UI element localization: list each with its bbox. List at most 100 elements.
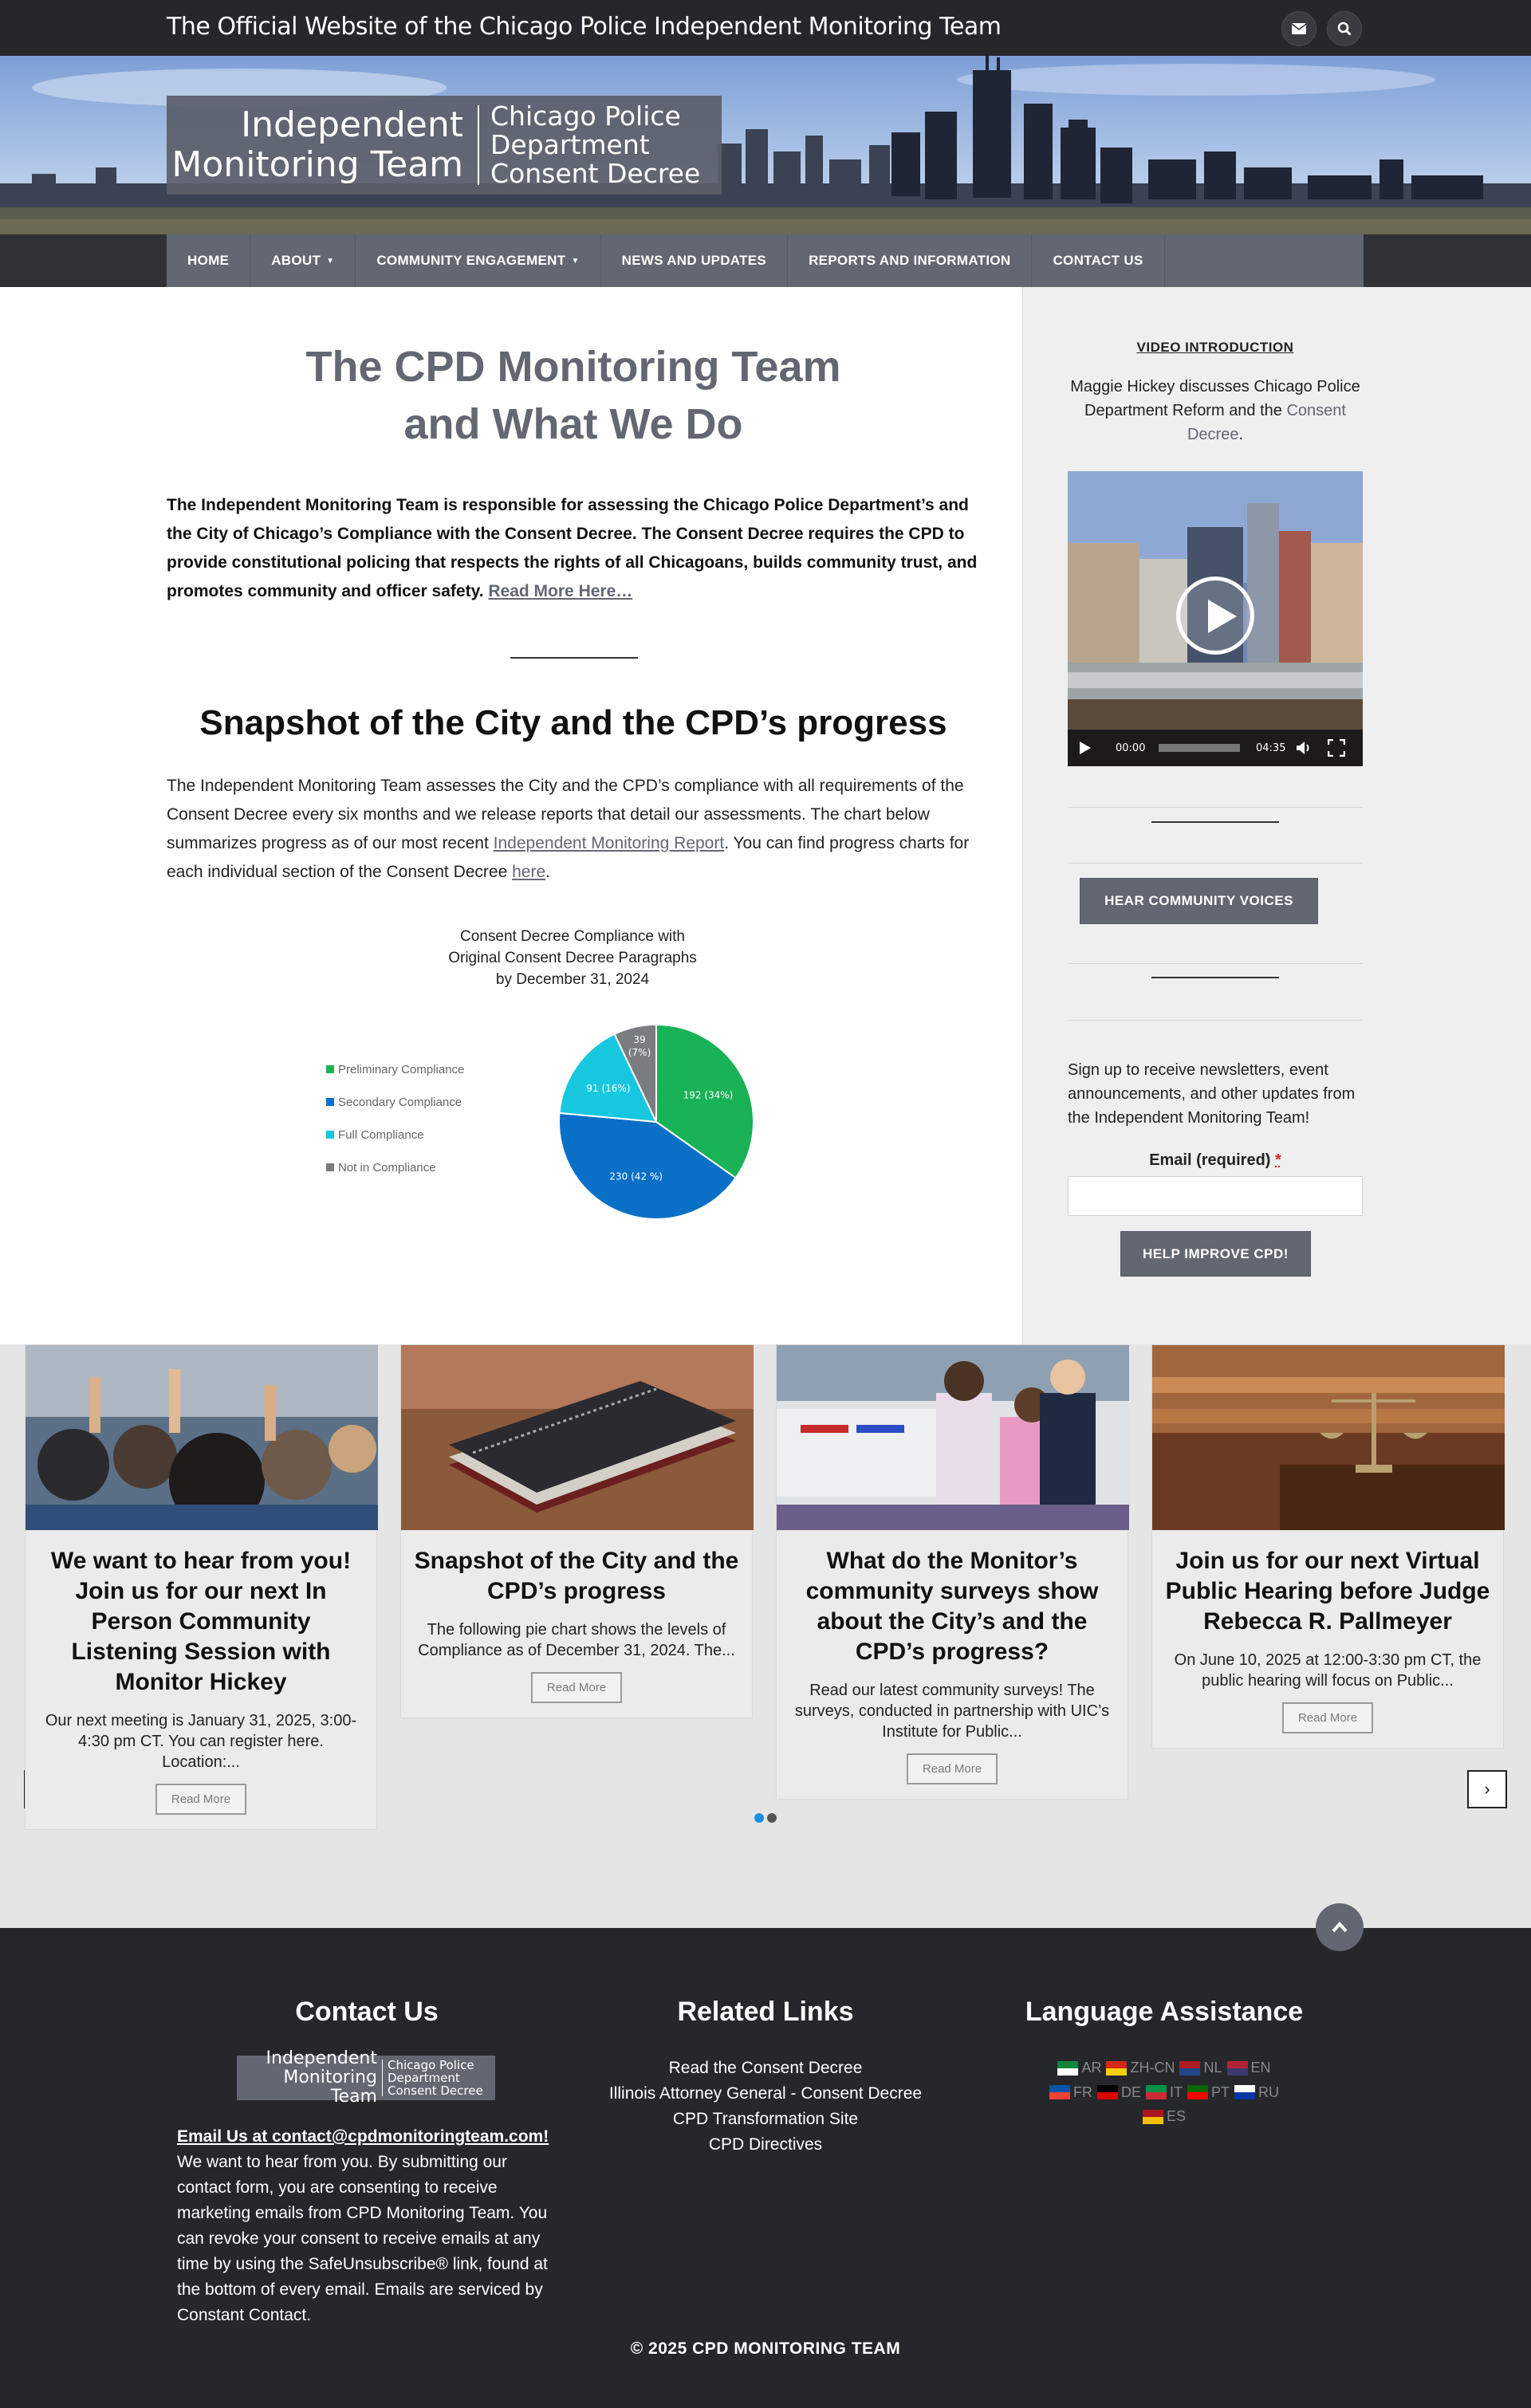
card-image-stack-of-notebooks[interactable]: [401, 1345, 754, 1530]
read-more-button[interactable]: Read More: [155, 1784, 247, 1815]
language-option-zh-cn[interactable]: ZH-CN: [1106, 2057, 1175, 2079]
card-excerpt: Read our latest community surveys! The s…: [794, 1682, 1110, 1741]
footer-link[interactable]: Illinois Attorney General - Consent Decr…: [590, 2081, 941, 2107]
logo-line: Monitoring Team: [171, 144, 463, 185]
legend-label[interactable]: Preliminary Compliance: [338, 1063, 464, 1076]
hear-community-voices-button[interactable]: HEAR COMMUNITY VOICES: [1080, 878, 1318, 924]
language-code: RU: [1258, 2083, 1280, 2100]
carousel-next-button[interactable]: ›: [1467, 1770, 1507, 1808]
nav-item-label: ABOUT: [271, 253, 321, 268]
logo-right-text: Chicago Police Department Consent Decree: [479, 102, 700, 188]
carousel-dot[interactable]: [767, 1813, 777, 1823]
legend-label[interactable]: Not in Compliance: [338, 1161, 436, 1174]
divider: [1151, 977, 1279, 978]
play-control[interactable]: [1079, 730, 1092, 766]
card-title[interactable]: We want to hear from you! Join us for ou…: [26, 1530, 376, 1698]
language-option-pt[interactable]: PT: [1187, 2082, 1230, 2103]
language-option-fr[interactable]: FR: [1049, 2082, 1092, 2103]
card-image-audience-raising-hands[interactable]: [26, 1345, 378, 1530]
card-excerpt: The following pie chart shows the levels…: [418, 1621, 735, 1659]
total-time: 04:35: [1256, 742, 1286, 754]
language-option-ar[interactable]: AR: [1057, 2057, 1101, 2079]
progress-charts-link[interactable]: here: [512, 863, 545, 881]
help-improve-cpd-button[interactable]: HELP IMPROVE CPD!: [1120, 1231, 1311, 1277]
contact-consent-text: We want to hear from you. By submitting …: [177, 2153, 548, 2324]
language-option-en[interactable]: EN: [1226, 2057, 1271, 2079]
card-title[interactable]: What do the Monitor’s community surveys …: [777, 1530, 1128, 1667]
divider: [1068, 963, 1363, 964]
footer-link[interactable]: Read the Consent Decree: [590, 2056, 941, 2081]
volume-control[interactable]: [1296, 730, 1313, 766]
monitoring-report-link[interactable]: Independent Monitoring Report: [494, 834, 725, 852]
language-option-it[interactable]: IT: [1146, 2082, 1183, 2103]
card-title[interactable]: Snapshot of the City and the CPD’s progr…: [401, 1530, 752, 1607]
logo-left-text: Independent Monitoring Team: [167, 105, 478, 185]
flag-ar-icon: [1057, 2060, 1079, 2076]
fullscreen-control[interactable]: [1328, 730, 1345, 766]
divider: [1068, 807, 1363, 808]
logo-line: Independent: [241, 104, 463, 145]
nav-item-news-and-updates[interactable]: NEWS AND UPDATES: [601, 234, 789, 287]
logo-line: Department: [490, 129, 650, 160]
copyright: © 2025 CPD MONITORING TEAM: [630, 2339, 901, 2358]
legend-swatch: [326, 1098, 334, 1106]
card-excerpt: Our next meeting is January 31, 2025, 3:…: [45, 1712, 357, 1771]
read-more-button[interactable]: Read More: [1281, 1702, 1374, 1733]
language-code: IT: [1170, 2083, 1183, 2100]
language-code: NL: [1203, 2060, 1222, 2076]
logo-line: Consent Decree: [490, 158, 701, 189]
news-card: Join us for our next Virtual Public Hear…: [1151, 1344, 1505, 1749]
nav-item-label: COMMUNITY ENGAGEMENT: [376, 253, 566, 268]
volume-icon: [1297, 742, 1309, 754]
search-button[interactable]: [1327, 11, 1362, 46]
envelope-icon: [1292, 23, 1306, 34]
language-option-es[interactable]: ES: [1142, 2106, 1186, 2127]
language-code: AR: [1081, 2060, 1102, 2076]
nav-item-community-engagement[interactable]: COMMUNITY ENGAGEMENT ▼: [356, 234, 601, 287]
footer-logo-left: Independent Monitoring Team: [237, 2049, 382, 2107]
nav-item-about[interactable]: ABOUT ▼: [250, 234, 356, 287]
language-option-nl[interactable]: NL: [1179, 2057, 1222, 2079]
current-time: 00:00: [1116, 742, 1146, 754]
play-button[interactable]: [1176, 576, 1254, 655]
legend-label[interactable]: Secondary Compliance: [338, 1096, 462, 1109]
email-button[interactable]: [1281, 11, 1317, 46]
nav-item-home[interactable]: HOME: [167, 234, 251, 287]
carousel-dot[interactable]: [754, 1813, 764, 1823]
video-description: Maggie Hickey discusses Chicago Police D…: [1068, 375, 1363, 447]
email-field[interactable]: [1068, 1176, 1363, 1216]
footer-logo[interactable]: Independent Monitoring Team Chicago Polic…: [237, 2049, 495, 2107]
card-title[interactable]: Join us for our next Virtual Public Hear…: [1152, 1530, 1503, 1637]
site-logo[interactable]: Independent Monitoring Team Chicago Poli…: [167, 96, 722, 195]
video-progress-bar[interactable]: [1159, 730, 1240, 766]
language-code: ZH-CN: [1130, 2060, 1175, 2076]
read-more-button[interactable]: Read More: [530, 1672, 623, 1703]
logo-line: Independent: [266, 2048, 377, 2068]
legend-label[interactable]: Full Compliance: [338, 1128, 424, 1142]
language-option-ru[interactable]: RU: [1234, 2082, 1279, 2103]
contact-email-link[interactable]: Email Us at contact@cpdmonitoringteam.co…: [177, 2124, 552, 2150]
card-image-courtroom-scales[interactable]: [1152, 1345, 1505, 1530]
top-bar: The Official Website of the Chicago Poli…: [0, 0, 1531, 56]
footer-link[interactable]: CPD Directives: [590, 2132, 941, 2158]
read-more-button[interactable]: Read More: [906, 1753, 998, 1784]
nav-item-reports-and-information[interactable]: REPORTS AND INFORMATION: [788, 234, 1033, 287]
logo-line: Monitoring Team: [283, 2068, 377, 2107]
language-option-de[interactable]: DE: [1096, 2082, 1141, 2103]
video-player[interactable]: 00:00 04:35: [1068, 471, 1363, 766]
related-links-heading: Related Links: [677, 1997, 854, 2027]
logo-line: Consent Decree: [388, 2083, 483, 2098]
flag-de-icon: [1096, 2085, 1118, 2099]
related-links-list: Read the Consent Decree Illinois Attorney…: [590, 2056, 941, 2158]
contact-heading: Contact Us: [295, 1997, 439, 2027]
read-more-link[interactable]: Read More Here…: [488, 582, 632, 600]
snapshot-heading: Snapshot of the City and the CPD’s progr…: [199, 703, 947, 742]
card-image-officer-with-girls[interactable]: [777, 1345, 1129, 1530]
nav-item-label: REPORTS AND INFORMATION: [809, 253, 1011, 268]
nav-item-contact-us[interactable]: CONTACT US: [1032, 234, 1165, 287]
footer-link[interactable]: CPD Transformation Site: [590, 2107, 941, 2132]
pie-slice-label: 230 (42 %): [609, 1171, 663, 1182]
back-to-top-button[interactable]: [1316, 1903, 1364, 1951]
video-controls: 00:00 04:35: [1068, 730, 1363, 766]
news-card: Snapshot of the City and the CPD’s progr…: [400, 1344, 754, 1718]
